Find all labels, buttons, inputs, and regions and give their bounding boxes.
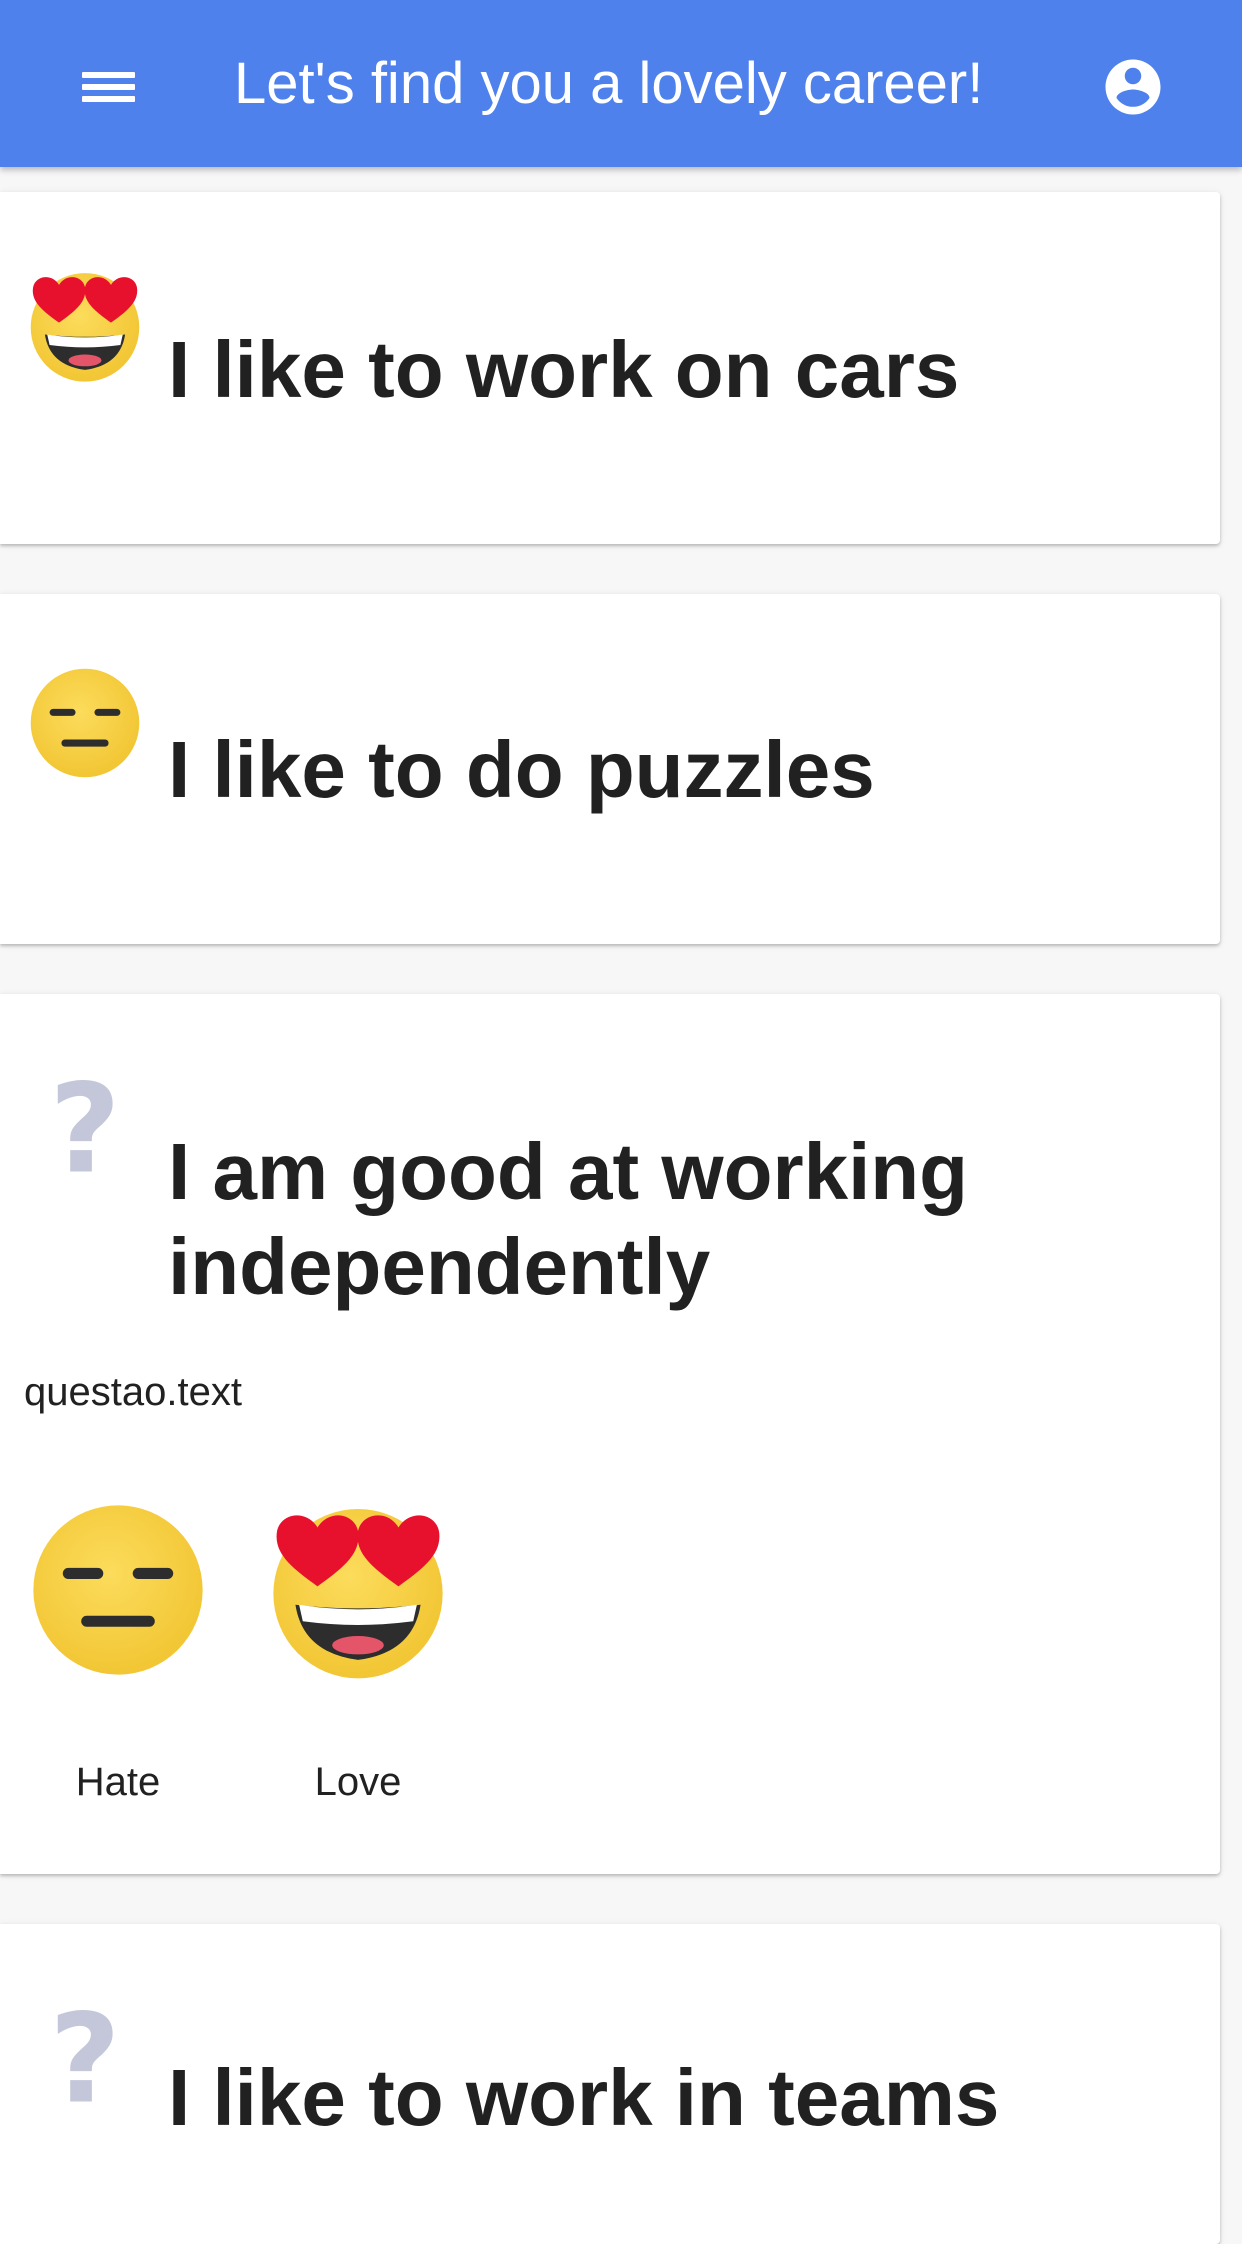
question-card[interactable]: I like to work on cars [0,192,1220,544]
choice-label: Hate [75,1760,161,1804]
choice-label: Love [314,1760,402,1804]
expressionless-face-icon [26,664,144,782]
question-title: I like to work in teams [168,2053,1000,2142]
account-button[interactable] [1100,54,1166,120]
heart-eyes-face-icon [26,266,144,384]
question-title: I am good at working independently [168,1127,969,1311]
question-mark-icon [26,1070,144,1188]
question-title: I like to work on cars [168,325,960,414]
account-circle-icon [1105,59,1161,115]
question-card[interactable]: I like to work in teams [0,1924,1220,2244]
question-card-expanded: I am good at working independently quest… [0,994,1220,1874]
question-mark-icon [26,2000,144,2118]
menu-button[interactable] [60,44,156,130]
hate-button[interactable]: Hate [18,1498,218,1805]
page-title: Let's find you a lovely career! [234,51,984,116]
love-button[interactable]: Love [258,1498,458,1805]
question-title: I like to do puzzles [168,725,875,814]
heart-eyes-face-icon [266,1498,450,1682]
expressionless-face-icon [26,1498,210,1682]
question-card[interactable]: I like to do puzzles [0,594,1220,944]
question-text: questao.text [24,1370,242,1414]
app-bar: Let's find you a lovely career! [0,0,1242,167]
